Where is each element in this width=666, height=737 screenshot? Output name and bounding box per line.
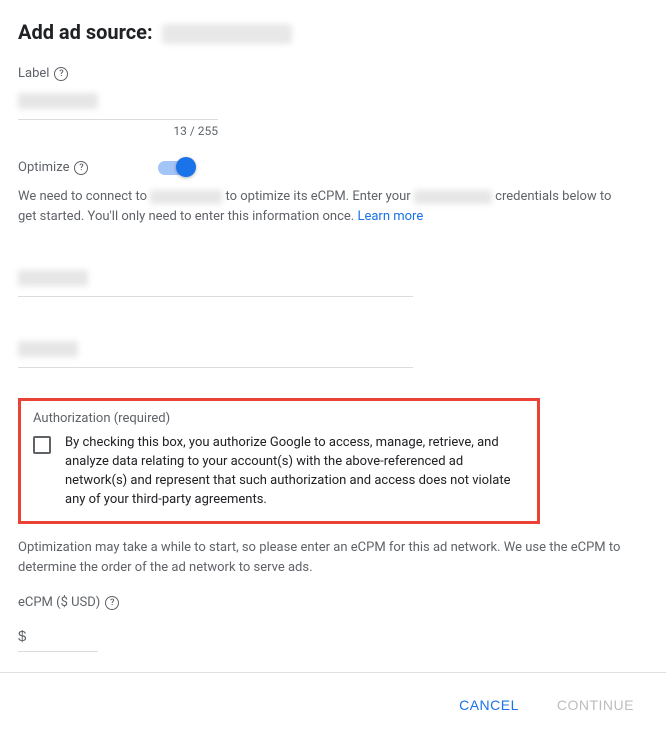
dialog-footer: CANCEL CONTINUE (0, 672, 666, 737)
optimization-note: Optimization may take a while to start, … (18, 538, 638, 577)
ecpm-label: eCPM ($ USD) ? (18, 595, 648, 610)
redacted-network-1 (150, 190, 222, 204)
label-char-count: 13 / 255 (18, 124, 218, 138)
title-prefix: Add ad source: (18, 20, 153, 44)
authorization-text: By checking this box, you authorize Goog… (65, 434, 525, 509)
cancel-button[interactable]: CANCEL (455, 691, 523, 719)
help-icon[interactable]: ? (54, 67, 68, 81)
authorization-checkbox[interactable] (33, 436, 51, 454)
learn-more-link[interactable]: Learn more (357, 209, 423, 224)
page-title: Add ad source: (18, 20, 648, 44)
optimize-toggle[interactable] (158, 161, 192, 175)
authorization-box: Authorization (required) By checking thi… (18, 398, 540, 524)
label-value-redacted (18, 93, 98, 109)
credential-input-1[interactable] (18, 260, 413, 297)
optimize-description: We need to connect to to optimize its eC… (18, 187, 618, 226)
continue-button: CONTINUE (553, 691, 638, 719)
help-icon[interactable]: ? (74, 161, 88, 175)
label-field-label: Label ? (18, 66, 648, 81)
optimize-label: Optimize ? (18, 160, 88, 175)
title-source-redacted (162, 24, 292, 44)
ecpm-input[interactable] (18, 622, 98, 652)
authorization-heading: Authorization (required) (33, 411, 525, 426)
help-icon[interactable]: ? (105, 596, 119, 610)
redacted-network-2 (414, 190, 492, 204)
credential-2-redacted (18, 341, 78, 357)
credential-input-2[interactable] (18, 331, 413, 368)
credential-1-redacted (18, 270, 88, 286)
label-input[interactable] (18, 87, 218, 120)
